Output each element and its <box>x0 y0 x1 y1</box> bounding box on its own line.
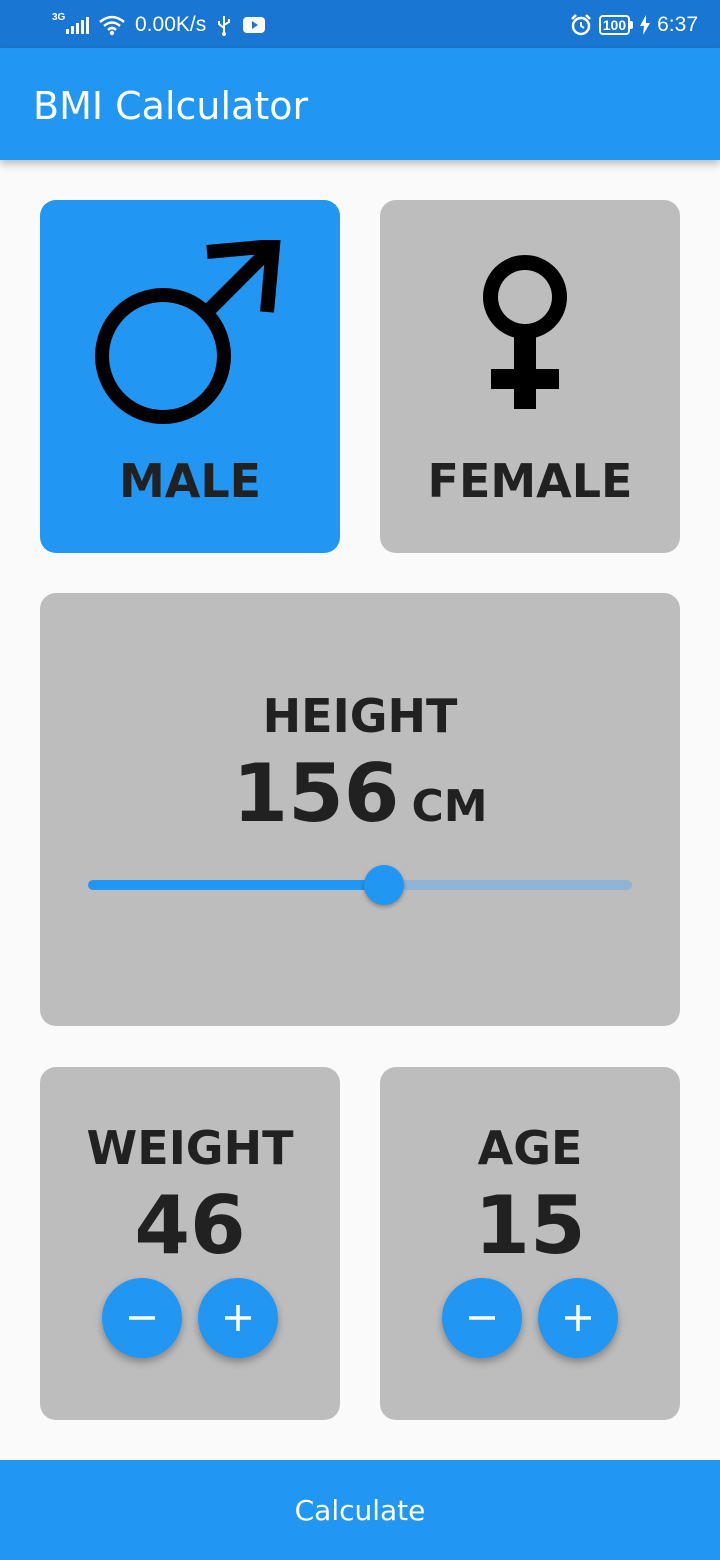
weight-label: WEIGHT <box>86 1121 294 1175</box>
weight-increment-button[interactable] <box>198 1278 278 1358</box>
male-card[interactable]: MALE <box>40 200 340 553</box>
height-value: 156 <box>232 747 400 840</box>
age-decrement-button[interactable] <box>442 1278 522 1358</box>
age-increment-button[interactable] <box>538 1278 618 1358</box>
female-label: FEMALE <box>427 454 633 508</box>
male-label: MALE <box>118 454 262 508</box>
height-slider[interactable] <box>88 865 632 905</box>
calculate-button[interactable]: Calculate <box>0 1460 720 1560</box>
height-unit: CM <box>411 781 488 832</box>
age-card: AGE 15 <box>380 1067 680 1420</box>
female-card[interactable]: FEMALE <box>380 200 680 553</box>
height-label: HEIGHT <box>262 689 458 743</box>
slider-fill <box>88 880 385 890</box>
minus-icon <box>469 1316 495 1320</box>
status-left: 3G 0.00K/s <box>52 10 266 40</box>
status-right: 100 6:37 <box>569 10 698 40</box>
youtube-icon <box>243 17 266 33</box>
age-label: AGE <box>477 1121 583 1175</box>
usb-icon <box>218 16 231 36</box>
height-readout: 156 CM <box>40 747 680 840</box>
wifi-icon <box>99 15 125 36</box>
weight-card: WEIGHT 46 <box>40 1067 340 1420</box>
female-symbol-icon <box>483 255 567 409</box>
battery-icon: 100 <box>598 15 634 35</box>
clock: 6:37 <box>657 13 698 36</box>
slider-thumb[interactable] <box>364 865 405 905</box>
charging-icon <box>640 15 651 35</box>
male-symbol-icon <box>95 240 281 424</box>
plus-icon <box>225 1305 251 1331</box>
weight-decrement-button[interactable] <box>102 1278 182 1358</box>
battery-level: 100 <box>598 15 631 35</box>
plus-icon <box>565 1305 591 1331</box>
app-title: BMI Calculator <box>33 84 309 128</box>
network-type: 3G <box>52 12 66 23</box>
signal-icon: 3G <box>52 12 89 34</box>
alarm-icon <box>570 14 591 36</box>
app-bar: BMI Calculator <box>0 48 720 160</box>
minus-icon <box>129 1316 155 1320</box>
weight-value: 46 <box>134 1179 246 1272</box>
status-bar: 3G 0.00K/s 100 6:37 <box>0 0 720 48</box>
network-speed: 0.00K/s <box>135 13 207 36</box>
calculate-label: Calculate <box>294 1493 426 1527</box>
age-value: 15 <box>474 1179 586 1272</box>
height-card: HEIGHT 156 CM <box>40 593 680 1026</box>
